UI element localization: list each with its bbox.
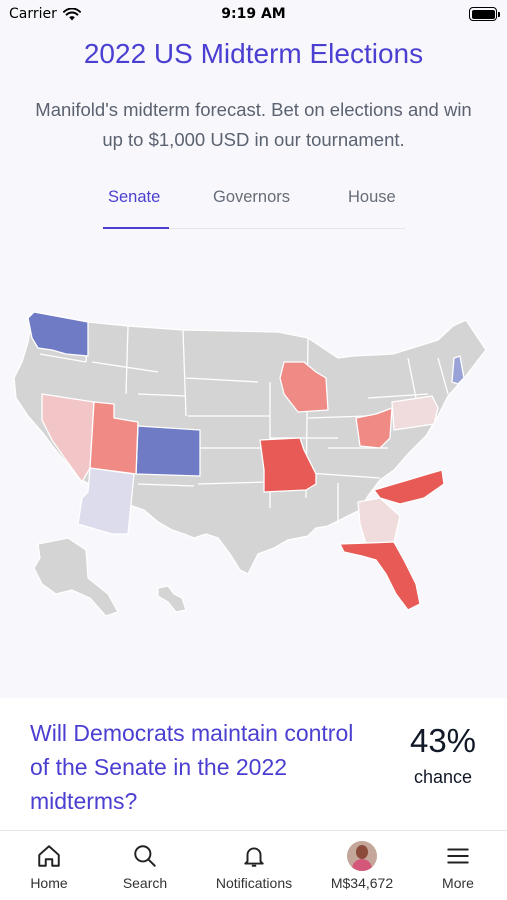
tab-senate[interactable]: Senate xyxy=(108,188,160,207)
clock: 9:19 AM xyxy=(221,6,286,22)
market-question[interactable]: Will Democrats maintain control of the S… xyxy=(30,716,370,818)
nav-home[interactable]: Home xyxy=(20,831,78,900)
page-subtitle: Manifold's midterm forecast. Bet on elec… xyxy=(35,99,472,150)
menu-icon xyxy=(447,848,469,864)
nav-notifications-label: Notifications xyxy=(215,875,293,891)
status-bar: Carrier 9:19 AM xyxy=(0,0,507,28)
bell-icon xyxy=(244,847,264,867)
us-map xyxy=(13,311,487,617)
active-tab-indicator xyxy=(103,227,169,229)
tab-bar: Senate Governors House xyxy=(103,182,405,229)
nav-more-label: More xyxy=(442,875,474,891)
bottom-nav: Home Search Notifications M$34,672 More xyxy=(0,830,507,900)
avatar xyxy=(347,841,377,871)
nav-notifications[interactable]: Notifications xyxy=(204,831,304,900)
tab-house[interactable]: House xyxy=(348,188,396,207)
nav-search[interactable]: Search xyxy=(116,831,174,900)
state-hawaii xyxy=(157,585,187,613)
market-probability-label: chance xyxy=(413,767,473,787)
nav-search-label: Search xyxy=(122,875,168,891)
nav-profile[interactable]: M$34,672 xyxy=(322,831,402,900)
state-georgia xyxy=(357,497,401,545)
search-icon xyxy=(134,845,156,867)
nav-more[interactable]: More xyxy=(430,831,486,900)
state-florida xyxy=(339,541,421,611)
market-probability: 43% xyxy=(409,722,477,759)
state-pennsylvania xyxy=(391,395,439,431)
state-alaska xyxy=(33,537,119,617)
battery-icon xyxy=(469,7,500,21)
tab-governors[interactable]: Governors xyxy=(213,188,290,207)
state-colorado xyxy=(135,425,201,477)
nav-balance: M$34,672 xyxy=(330,875,394,891)
home-icon xyxy=(38,845,60,867)
page-title: 2022 US Midterm Elections xyxy=(83,38,424,69)
nav-home-label: Home xyxy=(30,875,68,891)
